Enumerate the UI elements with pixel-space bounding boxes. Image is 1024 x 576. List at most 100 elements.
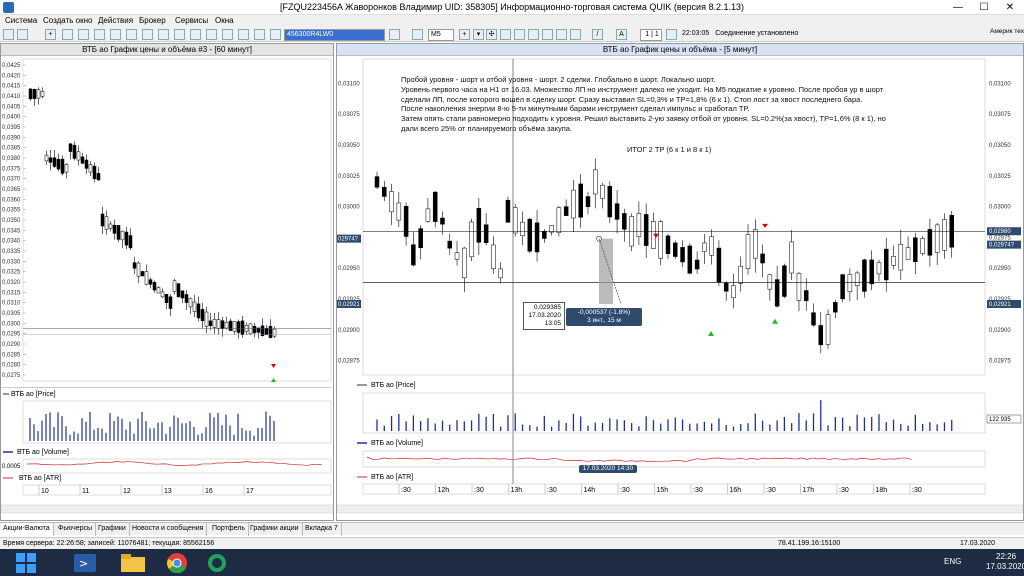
powershell-icon[interactable]: >	[66, 550, 104, 575]
toolbar-icon[interactable]	[254, 29, 265, 40]
candle	[112, 224, 117, 234]
connection-status: 22:03:05 Соединение установлено	[680, 29, 940, 41]
candle	[212, 318, 217, 328]
toolbar-icon[interactable]	[528, 29, 539, 40]
tab-futures[interactable]: Фьючерсы	[55, 523, 97, 536]
candle	[228, 320, 233, 331]
right-chart-title[interactable]: ВТБ ао График цены и объёма - [5 минут]	[337, 44, 1023, 56]
draw-line-icon[interactable]: /	[592, 29, 603, 40]
x-tick-label: 16	[205, 488, 213, 495]
x-tick-label: :30	[547, 487, 557, 494]
note-line: Уровень первого часа на H1 от 16.03. Мно…	[401, 84, 884, 94]
minimize-button[interactable]: —	[944, 0, 972, 15]
chart-icon[interactable]	[412, 29, 423, 40]
toolbar-icon[interactable]	[666, 29, 677, 40]
toolbar-icon[interactable]	[142, 29, 153, 40]
tooltip-time: 13:05	[544, 320, 561, 327]
candle	[236, 321, 241, 333]
toolbar-icon[interactable]	[514, 29, 525, 40]
tab-portfolio[interactable]: Портфель	[209, 523, 250, 536]
toolbar-icon[interactable]	[570, 29, 581, 40]
toolbar-icon[interactable]	[17, 29, 28, 40]
left-chart-title[interactable]: ВТБ ао График цены и объёма #3 - [60 мин…	[1, 44, 333, 56]
account-select[interactable]: 456300R4LW0	[284, 29, 385, 41]
candle	[534, 222, 540, 253]
price-marker-left-label: 02974?	[338, 237, 359, 243]
candle	[643, 214, 649, 246]
toolbar-icon[interactable]	[158, 29, 169, 40]
candle	[833, 302, 838, 313]
candle	[403, 206, 409, 237]
interval-select[interactable]: M5	[428, 29, 454, 41]
left-chart-canvas[interactable]: 0,0425 0,0420 0,0415 0,0410 0,0405 0,0400 0,03…	[1, 57, 333, 520]
menu-system[interactable]: Система	[2, 16, 40, 25]
maximize-button[interactable]: ☐	[970, 0, 998, 15]
chrome-icon[interactable]	[158, 550, 196, 575]
x-tick-label: :30	[474, 487, 484, 494]
candle	[891, 255, 896, 266]
toolbar-icon[interactable]	[94, 29, 105, 40]
tab-shares-currency[interactable]: Акции-Валюта	[0, 523, 54, 536]
toolbar-icon[interactable]	[190, 29, 201, 40]
windows-start-icon[interactable]	[8, 550, 46, 575]
chevron-down-icon[interactable]: ▾	[473, 29, 484, 40]
toolbar-icon[interactable]	[126, 29, 137, 40]
toolbar-icon[interactable]	[78, 29, 89, 40]
tab-charts[interactable]: Графики	[95, 523, 130, 536]
right-panel-label[interactable]: Америк тех	[990, 28, 1024, 42]
candle	[803, 290, 809, 302]
right-x-axis	[362, 483, 986, 495]
candle	[469, 221, 474, 258]
server-info: Время сервера: 22:26:58; записей: 110764…	[3, 540, 215, 547]
toolbar-icon[interactable]	[110, 29, 121, 40]
language-indicator[interactable]: ENG	[944, 557, 961, 566]
toolbar-icon[interactable]	[542, 29, 553, 40]
measure-tooltip: -0,000537 (-1.8%) 3 инт., 15 м	[566, 308, 642, 326]
toolbar-icon[interactable]	[500, 29, 511, 40]
horizontal-scrollbar	[337, 504, 1023, 514]
text-tool-icon[interactable]: A	[616, 29, 627, 40]
quik-taskbar-icon[interactable]	[198, 550, 236, 575]
candle	[462, 247, 467, 279]
menu-create-window[interactable]: Создать окно	[40, 16, 95, 25]
move-icon[interactable]: ✣	[486, 29, 497, 40]
menu-services[interactable]: Сервисы	[172, 16, 211, 25]
x-tick-label: :30	[620, 487, 630, 494]
candle	[204, 311, 209, 327]
panel-divider	[1, 387, 331, 388]
plus-icon[interactable]: +	[459, 29, 470, 40]
toolbar-icon[interactable]	[556, 29, 567, 40]
connection-text: Соединение установлено	[715, 30, 799, 37]
toolbar-icon[interactable]	[222, 29, 233, 40]
candle	[658, 221, 663, 259]
y-tick-label: 0,0315	[2, 290, 21, 296]
menu-actions[interactable]: Действия	[95, 16, 136, 25]
toolbar-icon[interactable]	[3, 29, 14, 40]
candle	[52, 157, 57, 167]
measure-interval: 3 инт., 15 м	[587, 317, 621, 324]
menu-broker[interactable]: Брокер	[136, 16, 169, 25]
y-tick-label-right: 0,03050	[989, 143, 1011, 149]
tab-share-charts[interactable]: Графики акции	[247, 523, 303, 536]
candle	[176, 283, 181, 298]
tab-news[interactable]: Новости и сообщения	[129, 523, 208, 536]
toolbar-icon[interactable]	[174, 29, 185, 40]
candle	[927, 229, 933, 256]
cursor-date-label: 17.03.2020 14:30	[579, 465, 637, 473]
add-icon[interactable]: +	[45, 29, 56, 40]
candle	[818, 325, 824, 346]
tray-clock[interactable]: 22:26 17.03.2020	[986, 552, 1024, 572]
page-counter: 1 | 1	[640, 29, 662, 41]
candle	[491, 244, 496, 269]
tab-7[interactable]: Вкладка 7	[302, 523, 342, 536]
toolbar-icon[interactable]	[206, 29, 217, 40]
toolbar-icon[interactable]	[238, 29, 249, 40]
toolbar-icon[interactable]	[389, 29, 400, 40]
toolbar-icon[interactable]	[270, 29, 281, 40]
menu-windows[interactable]: Окна	[212, 16, 237, 25]
file-explorer-icon[interactable]	[114, 550, 152, 575]
toolbar-icon[interactable]	[62, 29, 73, 40]
y-tick-label: 0,0380	[2, 156, 21, 162]
close-button[interactable]: ✕	[996, 0, 1024, 15]
y-tick-label-right: 0,02875	[989, 359, 1011, 365]
